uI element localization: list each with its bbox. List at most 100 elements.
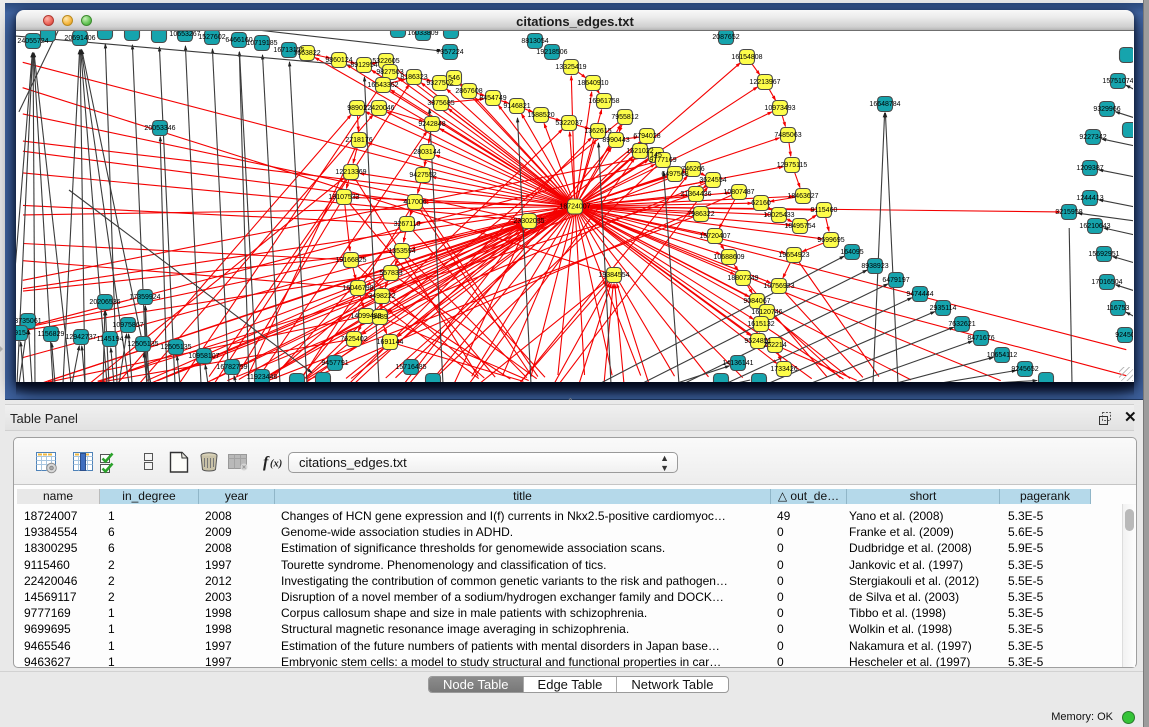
- svg-text:9115460: 9115460: [811, 207, 838, 214]
- svg-text:3624554: 3624554: [699, 177, 726, 184]
- svg-text:7485063: 7485063: [774, 132, 801, 139]
- svg-text:164095: 164095: [840, 249, 863, 256]
- svg-text:9474444: 9474444: [906, 291, 933, 298]
- svg-text:3215958: 3215958: [1055, 209, 1082, 216]
- svg-text:17359924: 17359924: [129, 294, 160, 301]
- svg-text:417006: 417006: [403, 199, 426, 206]
- svg-text:1733426: 1733426: [770, 366, 797, 373]
- svg-text:16543362: 16543362: [367, 82, 398, 89]
- svg-text:92450: 92450: [1115, 332, 1133, 339]
- svg-text:8186323: 8186323: [400, 74, 427, 81]
- svg-text:2087652: 2087652: [712, 34, 739, 41]
- svg-text:10807487: 10807487: [723, 189, 754, 196]
- svg-text:7625402: 7625402: [340, 336, 367, 343]
- svg-text:10975867: 10975867: [112, 322, 143, 329]
- svg-text:7663822: 7663822: [293, 50, 320, 57]
- svg-text:19654923: 19654923: [778, 252, 809, 259]
- svg-text:10958107: 10958107: [188, 353, 219, 360]
- svg-text:21364436: 21364436: [680, 191, 711, 198]
- svg-text:2718176: 2718176: [345, 137, 372, 144]
- svg-text:9427552: 9427552: [409, 172, 436, 179]
- svg-text:16033809: 16033809: [407, 31, 438, 37]
- svg-text:16782759: 16782759: [216, 364, 247, 371]
- svg-text:2935114: 2935114: [930, 305, 957, 312]
- svg-text:18463627: 18463627: [787, 193, 818, 200]
- svg-text:16210643: 16210643: [1079, 223, 1110, 230]
- svg-text:5322605: 5322605: [372, 58, 399, 65]
- svg-text:6479197: 6479197: [882, 277, 909, 284]
- svg-text:10756923: 10756923: [763, 283, 794, 290]
- svg-text:1615132: 1615132: [747, 321, 774, 328]
- svg-text:1362615: 1362615: [584, 128, 611, 135]
- svg-text:10973493: 10973493: [764, 105, 795, 112]
- svg-text:18724007: 18724007: [559, 204, 590, 211]
- svg-text:9242848: 9242848: [418, 121, 445, 128]
- svg-text:13325419: 13325419: [555, 64, 586, 71]
- svg-text:116753: 116753: [1107, 305, 1130, 312]
- svg-text:39154: 39154: [16, 330, 30, 337]
- svg-text:7955812: 7955812: [611, 114, 638, 121]
- svg-text:18807249: 18807249: [727, 275, 758, 282]
- svg-text:8990443: 8990443: [602, 137, 629, 144]
- svg-text:8938923: 8938923: [861, 263, 888, 270]
- svg-text:10688609: 10688609: [713, 254, 744, 261]
- svg-text:1156829: 1156829: [38, 331, 65, 338]
- svg-text:3875685: 3875685: [427, 100, 454, 107]
- svg-text:1353594: 1353594: [388, 248, 415, 255]
- svg-text:1244413: 1244413: [1076, 195, 1103, 202]
- svg-text:15720407: 15720407: [699, 233, 730, 240]
- svg-text:(x): (x): [270, 459, 282, 470]
- svg-text:f: f: [263, 454, 270, 471]
- svg-text:12505135: 12505135: [160, 344, 191, 351]
- svg-text:1588520: 1588520: [527, 112, 554, 119]
- svg-text:22420046: 22420046: [363, 105, 394, 112]
- svg-text:9245652: 9245652: [1011, 366, 1038, 373]
- svg-text:9860124: 9860124: [325, 57, 352, 64]
- svg-text:3267110: 3267110: [394, 221, 421, 228]
- svg-text:7632621: 7632621: [948, 321, 975, 328]
- svg-text:7986322: 7986322: [687, 211, 714, 218]
- svg-text:3735061: 3735061: [16, 318, 42, 325]
- svg-text:252214: 252214: [763, 342, 786, 349]
- svg-text:18640910: 18640910: [577, 80, 608, 87]
- svg-text:9777169: 9777169: [649, 157, 676, 164]
- svg-text:5322037: 5322037: [555, 120, 582, 127]
- svg-text:1691144: 1691144: [377, 339, 404, 346]
- svg-text:3498222: 3498222: [368, 293, 395, 300]
- svg-text:15716485: 15716485: [395, 364, 426, 371]
- svg-text:7357224: 7357224: [436, 49, 463, 56]
- svg-text:16961758: 16961758: [588, 98, 619, 105]
- svg-text:10719185: 10719185: [246, 40, 277, 47]
- svg-text:10654112: 10654112: [987, 352, 1018, 359]
- svg-text:18495754: 18495754: [784, 223, 815, 230]
- svg-text:8471676: 8471676: [967, 335, 994, 342]
- svg-text:9227342: 9227342: [1079, 134, 1106, 141]
- svg-text:2867608: 2867608: [455, 88, 482, 95]
- svg-text:19107533: 19107533: [328, 194, 359, 201]
- svg-text:557833: 557833: [379, 270, 402, 277]
- svg-text:16648784: 16648784: [869, 101, 900, 108]
- svg-text:16046798: 16046798: [342, 285, 373, 292]
- svg-text:1527602: 1527602: [198, 34, 225, 41]
- svg-text:19218506: 19218506: [536, 49, 567, 56]
- svg-text:12975115: 12975115: [777, 162, 808, 169]
- svg-text:9146821: 9146821: [503, 103, 530, 110]
- svg-text:12213967: 12213967: [749, 79, 780, 86]
- svg-text:20691406: 20691406: [64, 35, 95, 42]
- svg-text:8813054: 8813054: [521, 38, 548, 45]
- svg-text:10025433: 10025433: [763, 212, 794, 219]
- svg-text:9489: 9489: [372, 314, 388, 321]
- svg-text:20053346: 20053346: [144, 125, 175, 132]
- svg-text:9457791: 9457791: [321, 360, 348, 367]
- svg-text:23302035: 23302035: [513, 218, 544, 225]
- svg-text:2803144: 2803144: [413, 149, 440, 156]
- svg-text:1145194: 1145194: [97, 336, 124, 343]
- svg-text:11923448: 11923448: [247, 374, 278, 381]
- svg-text:9329966: 9329966: [1093, 106, 1120, 113]
- svg-text:6794028: 6794028: [633, 133, 660, 140]
- svg-text:15692951: 15692951: [1088, 251, 1119, 258]
- svg-text:12942737: 12942737: [65, 334, 96, 341]
- svg-text:24055724: 24055724: [17, 38, 48, 45]
- svg-text:10653267: 10653267: [169, 31, 200, 38]
- svg-text:1209387: 1209387: [1076, 165, 1103, 172]
